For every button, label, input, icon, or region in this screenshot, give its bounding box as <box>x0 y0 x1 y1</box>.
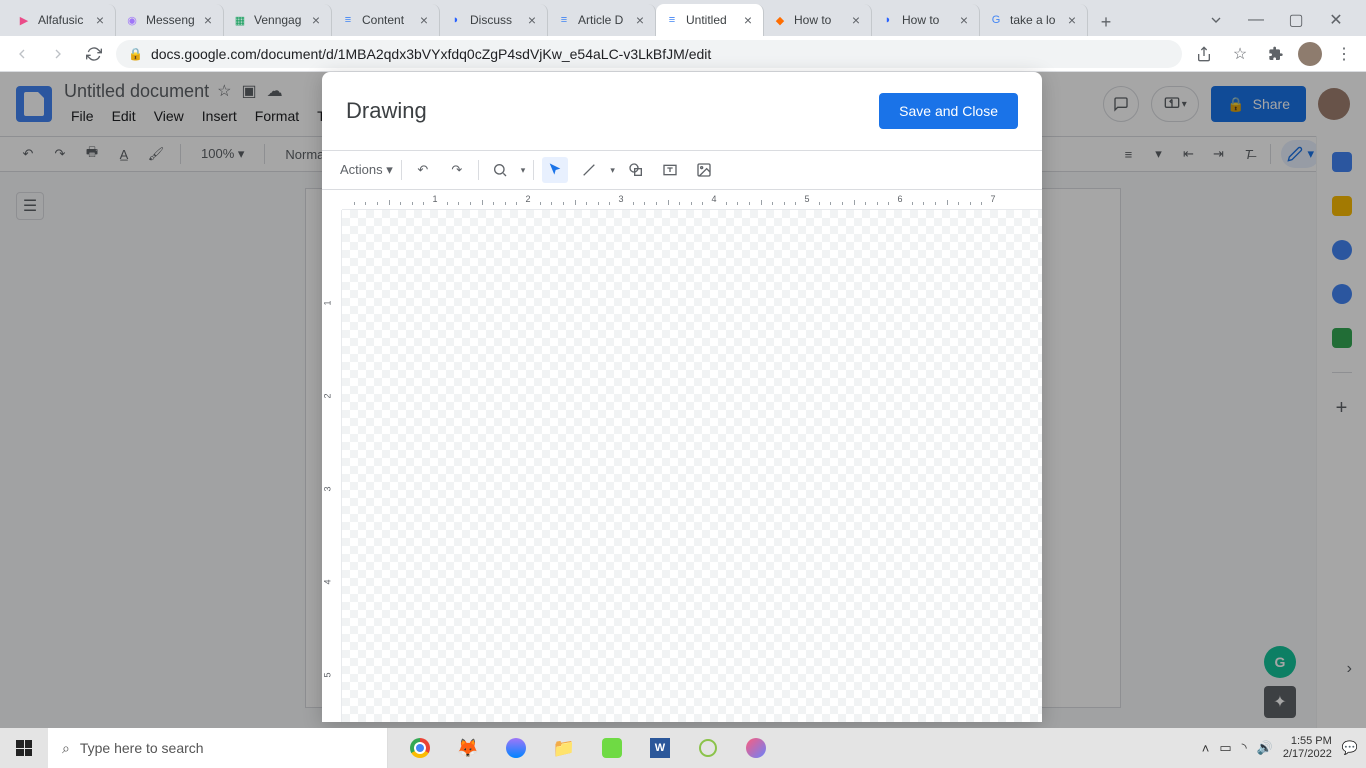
close-window-button[interactable]: ✕ <box>1322 6 1350 34</box>
chevron-down-icon[interactable]: ▾ <box>521 165 526 176</box>
word-taskbar-icon[interactable]: W <box>636 728 684 768</box>
taskbar-search[interactable]: ⌕ Type here to search <box>48 728 388 768</box>
close-icon[interactable]: × <box>633 13 647 27</box>
tab-8[interactable]: ◗How to× <box>872 4 980 36</box>
dialog-title: Drawing <box>346 98 427 124</box>
browser-toolbar: 🔒 docs.google.com/document/d/1MBA2qdx3bV… <box>0 36 1366 72</box>
shape-tool[interactable] <box>623 157 649 183</box>
select-tool[interactable] <box>542 157 568 183</box>
close-icon[interactable]: × <box>417 13 431 27</box>
vertical-ruler: 12345 <box>322 210 342 722</box>
search-placeholder: Type here to search <box>80 740 204 756</box>
battery-icon[interactable]: ▭ <box>1219 740 1231 756</box>
redo-button[interactable]: ↷ <box>444 157 470 183</box>
chevron-down-icon[interactable]: ▾ <box>610 165 615 176</box>
favicon: ≡ <box>340 12 356 28</box>
close-icon[interactable]: × <box>957 13 971 27</box>
tab-5[interactable]: ≡Article D× <box>548 4 656 36</box>
system-tray: ˄ ▭ ◝ 🔊 1:55 PM 2/17/2022 💬 <box>1202 735 1366 761</box>
notifications-icon[interactable]: 💬 <box>1342 740 1358 756</box>
address-bar[interactable]: 🔒 docs.google.com/document/d/1MBA2qdx3bV… <box>116 40 1182 68</box>
upwork-taskbar-icon[interactable] <box>588 728 636 768</box>
favicon: ▶ <box>16 12 32 28</box>
volume-icon[interactable]: 🔊 <box>1257 740 1273 756</box>
explorer-taskbar-icon[interactable]: 📁 <box>540 728 588 768</box>
close-icon[interactable]: × <box>741 13 755 27</box>
share-page-icon[interactable] <box>1190 40 1218 68</box>
tray-expand-icon[interactable]: ˄ <box>1202 741 1210 756</box>
tab-7[interactable]: ◆How to× <box>764 4 872 36</box>
bookmark-icon[interactable]: ☆ <box>1226 40 1254 68</box>
firefox-taskbar-icon[interactable]: 🦊 <box>444 728 492 768</box>
tab-9[interactable]: Gtake a lo× <box>980 4 1088 36</box>
favicon: ◉ <box>124 12 140 28</box>
favicon: ◗ <box>448 12 464 28</box>
chrome-taskbar-icon[interactable] <box>396 728 444 768</box>
favicon: ▦ <box>232 12 248 28</box>
favicon: ≡ <box>664 12 680 28</box>
url-text: docs.google.com/document/d/1MBA2qdx3bVYx… <box>151 46 711 62</box>
windows-taskbar: ⌕ Type here to search 🦊 📁 W ˄ ▭ ◝ 🔊 1:55… <box>0 728 1366 768</box>
drawing-dialog: Drawing Save and Close Actions ▾ ↶ ↷ ▾ ▾… <box>322 72 1042 722</box>
clock[interactable]: 1:55 PM 2/17/2022 <box>1283 735 1332 761</box>
horizontal-ruler: 1234567 <box>342 190 1042 210</box>
minimize-button[interactable]: — <box>1242 6 1270 34</box>
close-icon[interactable]: × <box>309 13 323 27</box>
tab-search-icon[interactable] <box>1202 6 1230 34</box>
favicon: G <box>988 12 1004 28</box>
tab-1[interactable]: ◉Messeng× <box>116 4 224 36</box>
dialog-header: Drawing Save and Close <box>322 72 1042 150</box>
tab-0[interactable]: ▶Alfafusic× <box>8 4 116 36</box>
favicon: ◗ <box>880 12 896 28</box>
new-tab-button[interactable]: + <box>1092 8 1120 36</box>
drawing-canvas[interactable] <box>342 210 1042 722</box>
reload-button[interactable] <box>80 40 108 68</box>
save-and-close-button[interactable]: Save and Close <box>879 93 1018 129</box>
actions-menu[interactable]: Actions ▾ <box>340 162 393 178</box>
maximize-button[interactable]: ▢ <box>1282 6 1310 34</box>
favicon: ≡ <box>556 12 572 28</box>
drawing-toolbar: Actions ▾ ↶ ↷ ▾ ▾ <box>322 150 1042 190</box>
tab-6-active[interactable]: ≡Untitled× <box>656 4 764 36</box>
close-icon[interactable]: × <box>201 13 215 27</box>
undo-button[interactable]: ↶ <box>410 157 436 183</box>
messenger-taskbar-icon[interactable] <box>492 728 540 768</box>
forward-button[interactable] <box>44 40 72 68</box>
window-controls: — ▢ ✕ <box>1202 4 1358 36</box>
tab-4[interactable]: ◗Discuss× <box>440 4 548 36</box>
separator <box>401 160 402 180</box>
tab-3[interactable]: ≡Content× <box>332 4 440 36</box>
zoom-button[interactable] <box>487 157 513 183</box>
close-icon[interactable]: × <box>1065 13 1079 27</box>
textbox-tool[interactable] <box>657 157 683 183</box>
close-icon[interactable]: × <box>93 13 107 27</box>
profile-avatar[interactable] <box>1298 42 1322 66</box>
close-icon[interactable]: × <box>849 13 863 27</box>
separator <box>478 160 479 180</box>
search-icon: ⌕ <box>62 740 70 757</box>
start-button[interactable] <box>0 728 48 768</box>
separator <box>533 160 534 180</box>
itunes-taskbar-icon[interactable] <box>732 728 780 768</box>
tab-2[interactable]: ▦Venngag× <box>224 4 332 36</box>
chrome-menu-icon[interactable]: ⋮ <box>1330 40 1358 68</box>
browser-tab-strip: ▶Alfafusic× ◉Messeng× ▦Venngag× ≡Content… <box>0 0 1366 36</box>
favicon: ◆ <box>772 12 788 28</box>
back-button[interactable] <box>8 40 36 68</box>
app-taskbar-icon[interactable] <box>684 728 732 768</box>
image-tool[interactable] <box>691 157 717 183</box>
line-tool[interactable] <box>576 157 602 183</box>
lock-icon: 🔒 <box>128 47 143 61</box>
close-icon[interactable]: × <box>525 13 539 27</box>
wifi-icon[interactable]: ◝ <box>1242 740 1247 756</box>
extensions-icon[interactable] <box>1262 40 1290 68</box>
